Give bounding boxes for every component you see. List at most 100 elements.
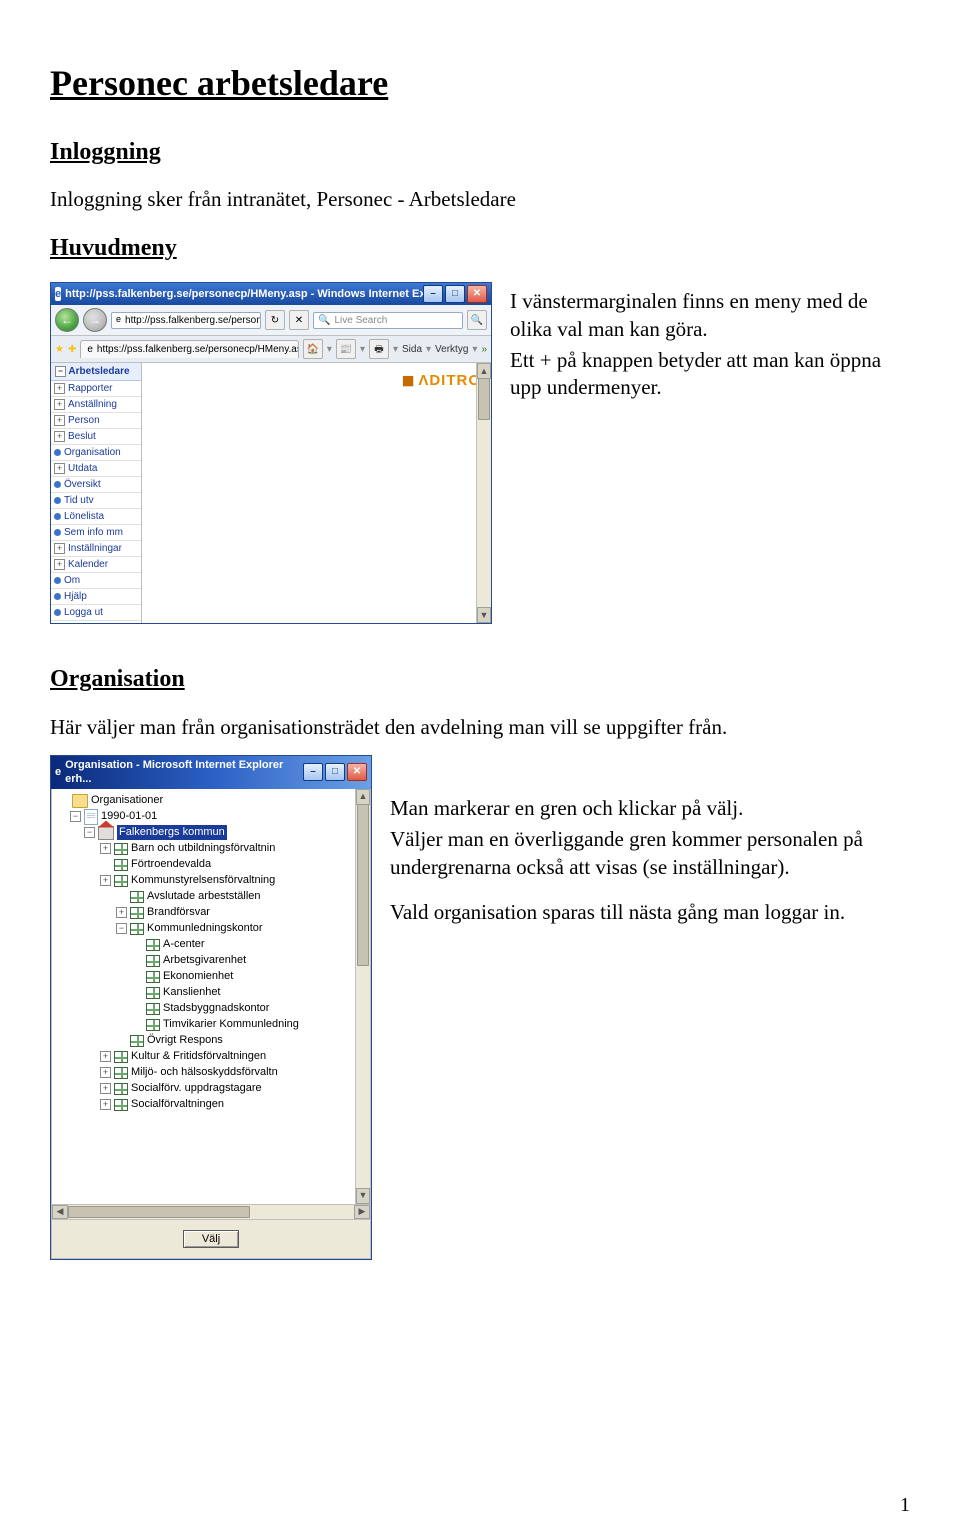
sidebar-item-label: Hjälp [64,590,87,603]
sidebar-item[interactable]: Hjälp [51,589,141,605]
tree-row[interactable]: Stadsbyggnadskontor [56,1001,370,1017]
tree-row[interactable]: Övrigt Respons [56,1033,370,1049]
sidebar-item[interactable]: +Rapporter [51,381,141,397]
sidebar-item[interactable]: +Utdata [51,461,141,477]
minimize-button[interactable]: – [423,285,443,303]
sidebar-item-label: Sem info mm [64,526,123,539]
bullet-icon [54,577,61,584]
tree-row[interactable]: Organisationer [56,793,370,809]
paragraph-huvudmeny-1: I vänstermarginalen finns en meny med de… [510,288,910,343]
tree-row[interactable]: A-center [56,937,370,953]
expand-icon[interactable]: + [54,415,65,426]
favorites-icon[interactable]: ★ [55,343,64,356]
tree-label: Socialförv. uppdragstagare [131,1081,262,1095]
sidebar-item-label: Utdata [68,462,97,475]
tree-row[interactable]: −1990-01-01 [56,809,370,825]
tree-row[interactable]: + Kultur & Fritidsförvaltningen [56,1049,370,1065]
expand-icon[interactable]: + [100,1051,111,1062]
sidebar-item[interactable]: +Inställningar [51,541,141,557]
tree-row[interactable]: Ekonomienhet [56,969,370,985]
heading-inloggning: Inloggning [50,137,910,168]
tree-row[interactable]: +Socialförvaltningen [56,1097,370,1113]
tree-row[interactable]: Arbetsgivarenhet [56,953,370,969]
sidebar-item[interactable]: Sem info mm [51,525,141,541]
forward-button[interactable]: → [83,308,107,332]
collapse-icon[interactable]: − [70,811,81,822]
tree-row[interactable]: +Miljö- och hälsoskyddsförvaltn [56,1065,370,1081]
sidebar-item[interactable]: +Anställning [51,397,141,413]
back-button[interactable]: ← [55,308,79,332]
address-text: http://pss.falkenberg.se/personecp/HMeny… [125,314,261,327]
expand-icon[interactable]: + [54,383,65,394]
sidebar-item[interactable]: Om [51,573,141,589]
expand-icon[interactable]: + [100,1067,111,1078]
expand-icon[interactable]: + [100,1083,111,1094]
tree-row[interactable]: Timvikarier Kommunledning [56,1017,370,1033]
expand-icon[interactable]: + [54,463,65,474]
sidebar-item[interactable]: +Beslut [51,429,141,445]
valj-button[interactable]: Välj [183,1230,239,1248]
expand-icon[interactable]: + [116,907,127,918]
tree-row[interactable]: +Kommunstyrelsensförvaltning [56,873,370,889]
tree-row[interactable]: + Socialförv. uppdragstagare [56,1081,370,1097]
org-icon [146,987,160,999]
expand-icon[interactable]: + [100,1099,111,1110]
search-box[interactable]: 🔍 Live Search [313,312,463,329]
org-icon [114,1099,128,1111]
tree-label: Falkenbergs kommun [117,825,227,839]
home-button[interactable]: 🏠 [303,339,323,359]
expand-icon[interactable]: + [54,543,65,554]
org-tree[interactable]: Organisationer−1990-01-01−Falkenbergs ko… [52,789,370,1204]
sidebar-item[interactable]: Tid utv [51,493,141,509]
feeds-button[interactable]: 📰 [336,339,356,359]
org-icon [146,971,160,983]
org-icon [130,891,144,903]
tree-row[interactable]: +Barn och utbildningsförvaltnin [56,841,370,857]
sidebar-item-label: Kalender [68,558,108,571]
sidebar-item[interactable]: +Kalender [51,557,141,573]
tree-row[interactable]: −Kommunledningskontor [56,921,370,937]
refresh-button[interactable]: ↻ [265,310,285,330]
org-icon [114,843,128,855]
browser-tab[interactable]: e https://pss.falkenberg.se/personecp/HM… [80,340,299,358]
horizontal-scrollbar[interactable]: ◀ ▶ [52,1204,370,1219]
close-button[interactable]: ✕ [347,763,367,781]
address-bar[interactable]: e http://pss.falkenberg.se/personecp/HMe… [111,312,261,329]
collapse-icon[interactable]: − [84,827,95,838]
expand-icon[interactable]: + [100,875,111,886]
aditro-logo: ◼ΛDITRO [402,371,481,391]
expand-icon[interactable]: + [54,399,65,410]
maximize-button[interactable]: □ [325,763,345,781]
vertical-scrollbar[interactable]: ▲ ▼ [355,789,370,1204]
tree-row[interactable]: Förtroendevalda [56,857,370,873]
expand-icon[interactable]: + [100,843,111,854]
expand-icon[interactable]: + [54,431,65,442]
tree-label: Kultur & Fritidsförvaltningen [131,1049,266,1063]
collapse-icon[interactable]: − [116,923,127,934]
tree-row[interactable]: + Brandförsvar [56,905,370,921]
sidebar-item[interactable]: Lönelista [51,509,141,525]
org-icon [114,859,128,871]
sidebar-item-label: Beslut [68,430,96,443]
sidebar-item[interactable]: +Person [51,413,141,429]
expand-icon[interactable]: + [54,559,65,570]
vertical-scrollbar[interactable]: ▲ ▼ [476,363,491,623]
search-go-button[interactable]: 🔍 [467,310,487,330]
page-menu[interactable]: Sida [402,343,422,356]
sidebar-item[interactable]: Översikt [51,477,141,493]
sidebar-item[interactable]: Organisation [51,445,141,461]
tree-label: Timvikarier Kommunledning [163,1017,299,1031]
stop-button[interactable]: ✕ [289,310,309,330]
tree-row[interactable]: Avslutade arbestställen [56,889,370,905]
close-button[interactable]: ✕ [467,285,487,303]
print-button[interactable]: 🖶 [369,339,389,359]
tree-row[interactable]: Kanslienhet [56,985,370,1001]
sidebar-item[interactable]: Logga ut [51,605,141,621]
bullet-icon [54,497,61,504]
add-favorite-icon[interactable]: ✚ [68,343,76,356]
tree-label: Brandförsvar [147,905,210,919]
tools-menu[interactable]: Verktyg [435,343,468,356]
maximize-button[interactable]: □ [445,285,465,303]
minimize-button[interactable]: – [303,763,323,781]
tree-row[interactable]: − Falkenbergs kommun [56,825,370,841]
